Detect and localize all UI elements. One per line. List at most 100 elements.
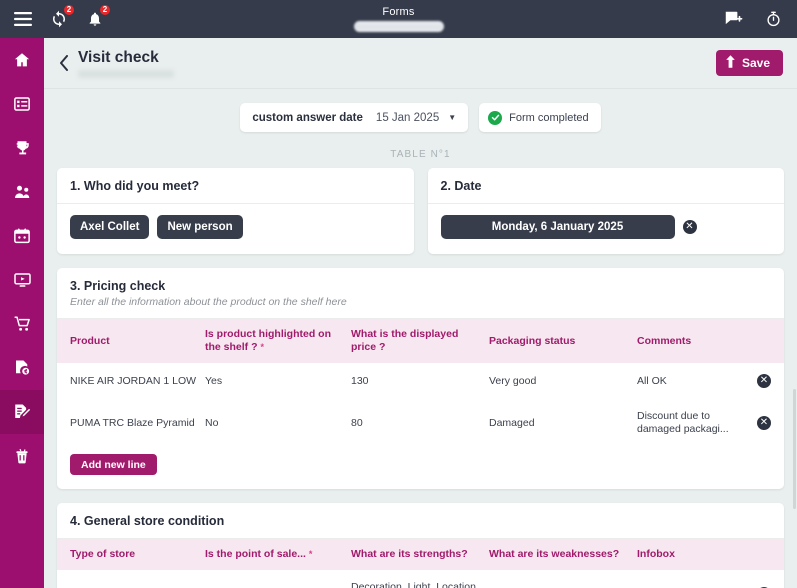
question-2-answer: Monday, 6 January 2025 ✕ — [428, 204, 785, 254]
question-card-4: 4. General store condition Type of store… — [57, 503, 784, 588]
cell-product: NIKE AIR JORDAN 1 LOW — [70, 374, 197, 387]
cell-comments: All OK — [637, 374, 667, 387]
form-meta-row: custom answer date 15 Jan 2025 ▼ Form co… — [44, 89, 797, 132]
page-title-block: Visit check — [78, 49, 174, 78]
remove-row-icon[interactable]: ✕ — [757, 416, 771, 430]
sidebar-item-news[interactable] — [0, 82, 44, 126]
column-header-comments: Comments — [637, 319, 750, 363]
top-bar: 2 2 Forms — [0, 0, 797, 38]
status-badge-label: Form completed — [509, 111, 589, 124]
content-pane: Visit check Save custom answer date 15 J… — [44, 38, 797, 588]
table-header-row: Product Is product highlighted on the sh… — [57, 319, 784, 363]
sidebar-item-media[interactable] — [0, 258, 44, 302]
cell-remove: ✕ — [750, 363, 784, 399]
trophy-icon — [13, 139, 31, 157]
question-1-answers: Axel Collet New person — [57, 204, 414, 254]
question-card-1: 1. Who did you meet? Axel Collet New per… — [57, 168, 414, 254]
column-header-price: What is the displayed price ? — [351, 319, 489, 363]
question-card-3: 3. Pricing check Enter all the informati… — [57, 268, 784, 489]
required-marker: * — [260, 342, 264, 352]
question-2-title: 2. Date — [427, 168, 784, 204]
form-scroll-area[interactable]: custom answer date 15 Jan 2025 ▼ Form co… — [44, 89, 797, 588]
column-header-packaging: Packaging status — [489, 319, 637, 363]
question-1-title: 1. Who did you meet? — [57, 168, 414, 204]
question-3-title: 3. Pricing check — [70, 279, 166, 293]
cell-price: 80 — [351, 416, 363, 429]
people-icon — [13, 183, 32, 201]
sidebar-item-products[interactable] — [0, 434, 44, 478]
cell-packaging: Damaged — [489, 416, 535, 429]
status-badge: Form completed — [479, 103, 601, 132]
sync-refresh-icon[interactable]: 2 — [49, 4, 75, 29]
question-card-2: 2. Date Monday, 6 January 2025 ✕ — [427, 168, 785, 254]
add-note-icon[interactable] — [723, 9, 743, 29]
cell-strengths: Decoration, Light, Location, Music — [351, 581, 479, 588]
shopping-cart-icon — [13, 315, 32, 333]
top-bar-center: Forms — [0, 0, 797, 38]
cell-infobox — [637, 570, 750, 588]
cell-type-of-store: Supermarket — [57, 570, 205, 588]
top-bar-right-actions — [723, 0, 783, 38]
sidebar-item-home[interactable] — [0, 38, 44, 82]
scrollbar-thumb[interactable] — [793, 389, 796, 509]
cell-point-of-sale: Relatively clean — [205, 570, 351, 588]
sidebar-item-challenges[interactable] — [0, 126, 44, 170]
general-store-condition-table: Type of store Is the point of sale... * … — [57, 539, 784, 588]
sidebar-item-forms[interactable] — [0, 390, 44, 434]
table-row[interactable]: Supermarket Relatively clean Decoration,… — [57, 570, 784, 588]
hamburger-menu-icon[interactable] — [13, 9, 33, 29]
sidebar-item-calendar[interactable] — [0, 214, 44, 258]
column-header-highlighted: Is product highlighted on the shelf ? * — [205, 319, 351, 363]
sidebar-item-orders[interactable] — [0, 302, 44, 346]
save-button[interactable]: Save — [715, 50, 783, 76]
cell-packaging: Very good — [489, 374, 537, 387]
column-header-infobox: Infobox — [637, 539, 750, 570]
column-header-actions — [750, 539, 784, 570]
remove-circle-icon[interactable]: ✕ — [682, 220, 697, 234]
column-header-product: Product — [57, 319, 205, 363]
answer-date-value: 15 Jan 2025 — [375, 111, 440, 124]
add-new-line-button[interactable]: Add new line — [70, 454, 157, 475]
page-subtitle-redacted — [78, 69, 174, 78]
back-chevron-icon[interactable] — [59, 55, 75, 71]
sidebar-navigation — [0, 38, 44, 588]
question-3-subtitle: Enter all the information about the prod… — [57, 296, 784, 319]
cell-product: PUMA TRC Blaze Pyramid — [70, 416, 195, 429]
monitor-video-icon — [13, 271, 32, 289]
cell-weaknesses: Staff, Storage — [489, 570, 637, 588]
invoice-euro-icon — [13, 359, 31, 377]
sidebar-item-contacts[interactable] — [0, 170, 44, 214]
answer-date-label: custom answer date — [252, 111, 363, 124]
column-header-weaknesses: What are its weaknesses? — [489, 539, 637, 570]
cell-highlighted: Yes — [205, 374, 223, 387]
redacted-account-pill — [353, 21, 444, 32]
answer-date-selector[interactable]: custom answer date 15 Jan 2025 ▼ — [240, 103, 469, 132]
check-circle-icon — [488, 110, 503, 125]
column-header-actions — [750, 319, 784, 363]
add-line-wrapper: Add new line — [57, 447, 784, 489]
stopwatch-timer-icon[interactable] — [763, 9, 783, 29]
sidebar-item-invoices[interactable] — [0, 346, 44, 390]
date-value-pill[interactable]: Monday, 6 January 2025 — [440, 215, 675, 239]
table-caption: TABLE N°1 — [390, 149, 451, 160]
remove-row-icon[interactable]: ✕ — [757, 374, 771, 388]
app-root: 2 2 Forms Visit check Save custom answer… — [0, 0, 797, 588]
form-edit-icon — [13, 403, 31, 421]
table-row[interactable]: PUMA TRC Blaze Pyramid No 80 Damaged Dis… — [57, 399, 784, 447]
page-header: Visit check Save — [44, 38, 797, 89]
table-row[interactable]: NIKE AIR JORDAN 1 LOW Yes 130 Very good … — [57, 363, 784, 399]
required-marker: * — [308, 549, 313, 559]
cell-remove: ✕ — [750, 570, 784, 588]
pricing-check-table: Product Is product highlighted on the sh… — [57, 319, 784, 447]
column-header-point-of-sale: Is the point of sale... * — [205, 539, 351, 570]
column-header-type-of-store: Type of store — [57, 539, 205, 570]
answer-chip-axel-collet[interactable]: Axel Collet — [70, 215, 150, 239]
notification-bell-icon[interactable]: 2 — [85, 4, 111, 29]
questions-row-1: 1. Who did you meet? Axel Collet New per… — [44, 168, 797, 254]
save-button-label: Save — [741, 56, 770, 70]
top-bar-left-actions: 2 2 — [0, 4, 111, 29]
answer-chip-new-person[interactable]: New person — [157, 215, 243, 239]
cell-comments: Discount due to damaged packagi... — [637, 410, 729, 435]
news-list-icon — [13, 95, 31, 113]
cell-price: 130 — [351, 374, 369, 387]
